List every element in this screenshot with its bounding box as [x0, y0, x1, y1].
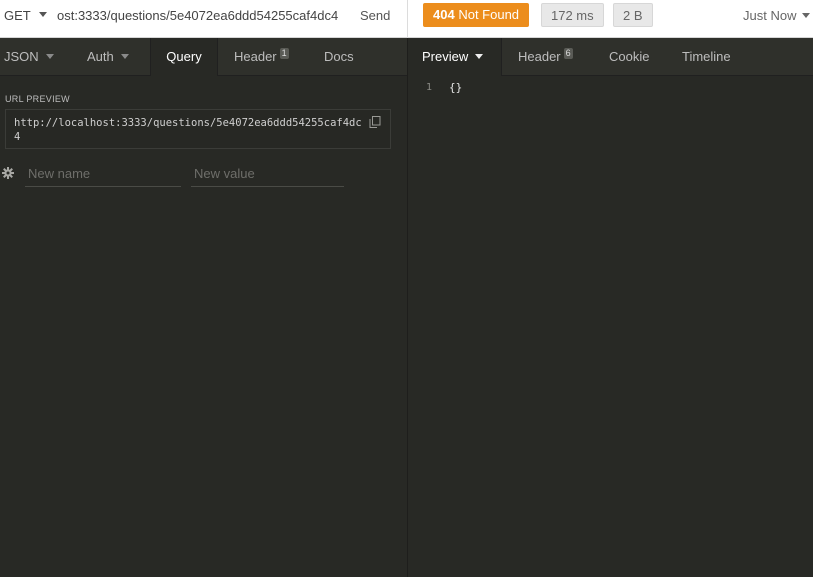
tab-label: Timeline — [682, 49, 731, 64]
url-input[interactable]: ost:3333/questions/5e4072ea6ddd54255caf4… — [57, 0, 342, 31]
send-button[interactable]: Send — [360, 0, 390, 31]
tab-label: JSON — [4, 49, 39, 64]
chevron-down-icon — [120, 54, 129, 60]
tab-auth[interactable]: Auth — [87, 38, 129, 75]
status-code: 404 — [433, 7, 455, 22]
query-value-input[interactable]: New value — [191, 161, 344, 187]
chevron-down-icon — [45, 54, 54, 60]
pane-divider[interactable] — [407, 38, 408, 577]
tab-label: Header — [234, 49, 277, 64]
tab-timeline[interactable]: Timeline — [682, 38, 731, 75]
history-dropdown[interactable]: Just Now — [743, 0, 811, 31]
tab-body-type[interactable]: JSON — [4, 38, 54, 75]
copy-icon[interactable] — [369, 116, 381, 128]
tab-label: Query — [166, 49, 202, 64]
tab-response-header[interactable]: Header 6 — [518, 38, 573, 75]
tab-label: Cookie — [609, 49, 650, 64]
tab-cookie[interactable]: Cookie — [609, 38, 649, 75]
response-time-badge: 172 ms — [541, 3, 604, 27]
query-name-input[interactable]: New name — [25, 161, 181, 187]
header-count-badge: 6 — [563, 48, 573, 59]
tab-docs[interactable]: Docs — [324, 38, 354, 75]
tab-header[interactable]: Header 1 — [234, 38, 289, 75]
gear-icon[interactable] — [2, 167, 14, 179]
tab-label: Docs — [324, 49, 354, 64]
method-dropdown[interactable]: GET — [4, 0, 47, 31]
tab-preview[interactable]: Preview — [408, 38, 502, 76]
tab-label: Header — [518, 49, 561, 64]
response-tab-bar: Preview Header 6 Cookie Timeline — [408, 38, 813, 76]
chevron-down-icon — [38, 12, 47, 18]
tab-query[interactable]: Query — [150, 38, 218, 76]
tab-label: Preview — [422, 49, 469, 64]
top-bar: GET ost:3333/questions/5e4072ea6ddd54255… — [0, 0, 813, 38]
method-label: GET — [4, 8, 31, 23]
url-preview-text: http://localhost:3333/questions/5e4072ea… — [14, 117, 362, 143]
history-label: Just Now — [743, 8, 797, 23]
response-size-badge: 2 B — [613, 3, 653, 27]
request-tab-bar: JSON Auth Query Header 1 Docs — [0, 38, 407, 76]
line-number: 1 — [426, 82, 433, 93]
chevron-down-icon — [475, 54, 484, 60]
status-text: Not Found — [458, 7, 520, 22]
url-preview-label: URL PREVIEW — [5, 94, 70, 104]
status-badge: 404 Not Found — [423, 3, 530, 27]
chevron-down-icon — [802, 13, 811, 19]
url-preview-box: http://localhost:3333/questions/5e4072ea… — [5, 109, 391, 149]
top-divider — [407, 0, 408, 38]
response-body: {} — [449, 81, 463, 94]
header-count-badge: 1 — [279, 48, 289, 59]
tab-label: Auth — [87, 49, 114, 64]
